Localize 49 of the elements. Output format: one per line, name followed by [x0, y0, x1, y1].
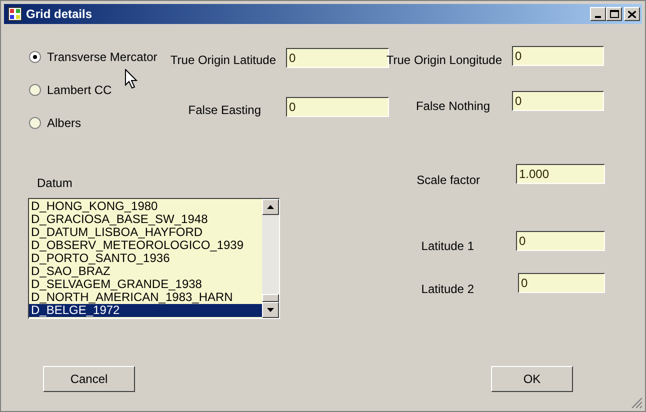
maximize-button[interactable] [606, 7, 622, 21]
maximize-icon [610, 10, 618, 18]
input-field[interactable]: 0 [512, 91, 604, 111]
list-item[interactable]: D_PORTO_SANTO_1936 [29, 252, 262, 265]
field-label: False Easting [188, 102, 261, 119]
cursor-icon [125, 69, 138, 89]
datum-label: Datum [37, 175, 72, 192]
datum-list[interactable]: D_HONG_KONG_1980 D_GRACIOSA_BASE_SW_1948 D_DATUM_LISBOA_HAYFORD D_OBSERV_METEOROLOGICO_1939 D_PORTO_SANTO_1936 D_SAO_BRAZ D_SELVAGEM_GRANDE_1938 D_NORTH_AMERICAN_1983_HARN D_BELGE_1972 [28, 198, 280, 319]
scroll-up-button[interactable] [262, 199, 279, 215]
radio-button[interactable] [29, 84, 41, 96]
list-item[interactable]: D_HONG_KONG_1980 [29, 200, 262, 213]
app-icon [8, 7, 22, 21]
radio-label: Transverse Mercator [47, 49, 158, 66]
list-item[interactable]: D_NORTH_AMERICAN_1983_HARN [29, 291, 262, 304]
field-label: True Origin Latitude [170, 52, 276, 69]
dialog-button[interactable]: Cancel [43, 366, 135, 392]
close-icon [628, 10, 636, 18]
list-item[interactable]: D_SELVAGEM_GRANDE_1938 [29, 278, 262, 291]
input-field[interactable]: 0 [516, 231, 605, 251]
field-label: Scale factor [416, 172, 480, 189]
list-item[interactable]: D_GRACIOSA_BASE_SW_1948 [29, 213, 262, 226]
minimize-button[interactable] [590, 7, 606, 21]
list-item[interactable]: D_SAO_BRAZ [29, 265, 262, 278]
input-field[interactable]: 0 [286, 48, 389, 68]
field-label: False Nothing [416, 98, 490, 115]
close-button[interactable] [624, 7, 640, 21]
radio-label: Albers [47, 115, 82, 132]
scroll-down-button[interactable] [262, 302, 279, 318]
resize-grip-icon[interactable] [631, 397, 643, 409]
input-field[interactable]: 1.000 [516, 164, 605, 184]
radio-button[interactable] [29, 51, 41, 63]
input-field[interactable]: 0 [512, 46, 604, 66]
down-arrow-icon [267, 308, 274, 312]
list-item[interactable]: D_DATUM_LISBOA_HAYFORD [29, 226, 262, 239]
field-label: Latitude 2 [421, 281, 474, 298]
radio-label: Lambert CC [47, 82, 112, 99]
dialog-button[interactable]: OK [491, 366, 573, 392]
field-label: True Origin Longitude [386, 52, 502, 69]
list-item[interactable]: D_BELGE_1972 [29, 304, 262, 317]
radio-button[interactable] [29, 117, 41, 129]
scroll-thumb[interactable] [262, 294, 279, 302]
input-field[interactable]: 0 [518, 273, 605, 293]
minimize-icon [595, 16, 601, 18]
up-arrow-icon [267, 205, 274, 209]
scrollbar[interactable] [262, 199, 279, 318]
window-title: Grid details [26, 6, 92, 23]
list-item[interactable]: D_OBSERV_METEOROLOGICO_1939 [29, 239, 262, 252]
input-field[interactable]: 0 [286, 97, 389, 117]
field-label: Latitude 1 [421, 238, 474, 255]
